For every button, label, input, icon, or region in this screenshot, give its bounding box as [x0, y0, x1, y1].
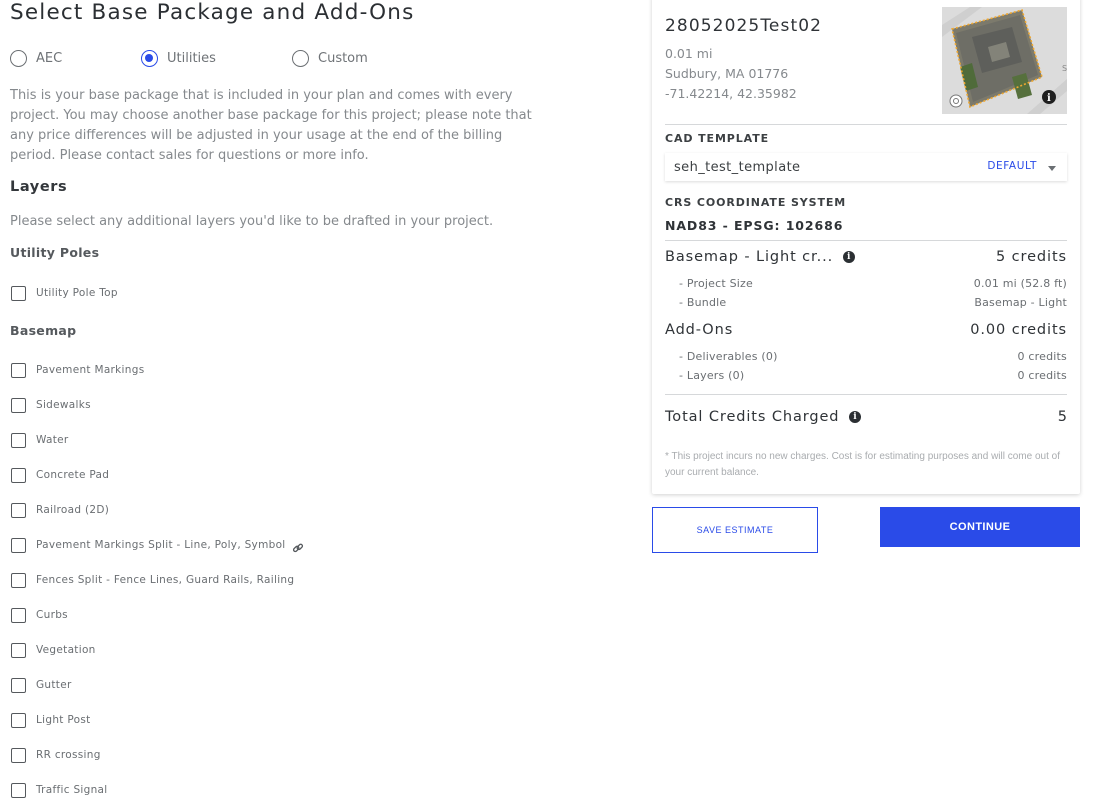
radio-aec[interactable]: AEC [10, 50, 62, 67]
group-title-utility-poles: Utility Poles [10, 245, 100, 260]
checkbox-label: Light Post [36, 714, 91, 726]
project-summary-card: 28052025Test02 0.01 mi Sudbury, MA 01776… [652, 0, 1080, 494]
checkbox[interactable] [11, 782, 26, 798]
layer-sidewalks[interactable]: Sidewalks [11, 397, 91, 413]
deliverables-value: 0 credits [1017, 350, 1067, 363]
project-location: Sudbury, MA 01776 [665, 66, 789, 81]
layers-description: Please select any additional layers you'… [10, 214, 494, 229]
group-title-basemap: Basemap [10, 323, 77, 338]
layer-rr-crossing[interactable]: RR crossing [11, 747, 101, 763]
checkbox[interactable] [11, 285, 26, 301]
svg-text:i: i [1047, 93, 1051, 104]
radio-utilities-label: Utilities [167, 51, 216, 66]
total-line-title: Total Credits Charged i [665, 409, 862, 425]
estimate-note: * This project incurs no new charges. Co… [665, 451, 1060, 478]
chevron-down-icon[interactable] [1048, 166, 1056, 171]
continue-button[interactable]: CONTINUE [880, 507, 1080, 547]
default-tag: DEFAULT [987, 160, 1037, 172]
layers-title: Layers [10, 179, 68, 195]
layer-light-post[interactable]: Light Post [11, 712, 91, 728]
cad-template-select[interactable]: seh_test_template DEFAULT [665, 153, 1067, 181]
checkbox-label: Railroad (2D) [36, 504, 110, 516]
checkbox[interactable] [11, 362, 26, 378]
map-thumbnail[interactable]: S i [942, 7, 1067, 114]
divider [665, 240, 1067, 241]
layer-vegetation[interactable]: Vegetation [11, 642, 96, 658]
checkbox[interactable] [11, 432, 26, 448]
checkbox-label: Pavement Markings Split - Line, Poly, Sy… [36, 539, 286, 551]
layer-fences-split[interactable]: Fences Split - Fence Lines, Guard Rails,… [11, 572, 294, 588]
package-description: This is your base package that is includ… [10, 88, 532, 163]
checkbox[interactable] [11, 537, 26, 553]
crs-label: CRS COORDINATE SYSTEM [665, 196, 847, 209]
deliverables-label: - Deliverables (0) [679, 350, 778, 363]
page-title: Select Base Package and Add-Ons [10, 0, 415, 25]
layers-count-value: 0 credits [1017, 369, 1067, 382]
radio-aec-circle[interactable] [10, 50, 27, 67]
layer-water[interactable]: Water [11, 432, 69, 448]
checkbox-label: Sidewalks [36, 399, 91, 411]
radio-custom-label: Custom [318, 51, 368, 66]
project-size: 0.01 mi [665, 46, 713, 61]
layers-count-label: - Layers (0) [679, 369, 745, 382]
checkbox-label: Gutter [36, 679, 72, 691]
crs-value: NAD83 - EPSG: 102686 [665, 218, 844, 233]
checkbox-label: RR crossing [36, 749, 101, 761]
project-name: 28052025Test02 [665, 16, 823, 36]
info-icon[interactable]: i [843, 251, 856, 263]
layer-utility-pole-top[interactable]: Utility Pole Top [11, 285, 118, 301]
checkbox[interactable] [11, 747, 26, 763]
checkbox[interactable] [11, 572, 26, 588]
cad-template-value: seh_test_template [674, 160, 801, 175]
basemap-credits: 5 credits [996, 249, 1067, 265]
checkbox[interactable] [11, 467, 26, 483]
checkbox-label: Utility Pole Top [36, 287, 118, 299]
addons-title: Add-Ons [665, 322, 734, 338]
checkbox-label: Curbs [36, 609, 68, 621]
checkbox[interactable] [11, 677, 26, 693]
radio-custom[interactable]: Custom [292, 50, 368, 67]
checkbox[interactable] [11, 607, 26, 623]
bundle-value: Basemap - Light [974, 296, 1067, 309]
aerial-map-image: S i [942, 7, 1067, 114]
layer-concrete-pad[interactable]: Concrete Pad [11, 467, 109, 483]
checkbox-label: Vegetation [36, 644, 96, 656]
addons-credits: 0.00 credits [970, 322, 1067, 338]
checkbox-label: Pavement Markings [36, 364, 145, 376]
project-coordinates: -71.42214, 42.35982 [665, 86, 797, 101]
project-size-value: 0.01 mi (52.8 ft) [973, 277, 1067, 290]
radio-utilities-circle[interactable] [141, 50, 158, 67]
layer-pavement-markings[interactable]: Pavement Markings [11, 362, 144, 378]
checkbox-label: Water [36, 434, 69, 446]
project-size-label: - Project Size [679, 277, 753, 290]
layer-gutter[interactable]: Gutter [11, 677, 72, 693]
save-estimate-button[interactable]: SAVE ESTIMATE [652, 507, 818, 553]
radio-aec-label: AEC [36, 51, 63, 66]
checkbox[interactable] [11, 502, 26, 518]
checkbox[interactable] [11, 712, 26, 728]
layer-pavement-markings-split[interactable]: Pavement Markings Split - Line, Poly, Sy… [11, 537, 304, 553]
basemap-line-title: Basemap - Light cr... i [665, 249, 856, 265]
cad-template-label: CAD TEMPLATE [665, 132, 770, 145]
total-label: Total Credits Charged [665, 409, 840, 425]
radio-utilities[interactable]: Utilities [141, 50, 216, 67]
info-icon[interactable]: i [849, 411, 862, 423]
layer-curbs[interactable]: Curbs [11, 607, 68, 623]
basemap-title: Basemap - Light cr... [665, 249, 834, 265]
layer-railroad-2d[interactable]: Railroad (2D) [11, 502, 109, 518]
link-icon[interactable] [292, 539, 304, 553]
checkbox[interactable] [11, 397, 26, 413]
radio-custom-circle[interactable] [292, 50, 309, 67]
checkbox-label: Concrete Pad [36, 469, 110, 481]
bundle-label: - Bundle [679, 296, 727, 309]
checkbox-label: Traffic Signal [36, 784, 108, 796]
divider [665, 394, 1067, 395]
divider [665, 124, 1067, 125]
checkbox[interactable] [11, 642, 26, 658]
layer-traffic-signal[interactable]: Traffic Signal [11, 782, 108, 798]
svg-text:S: S [1062, 64, 1067, 73]
total-value: 5 [1057, 409, 1067, 425]
checkbox-label: Fences Split - Fence Lines, Guard Rails,… [36, 574, 295, 586]
